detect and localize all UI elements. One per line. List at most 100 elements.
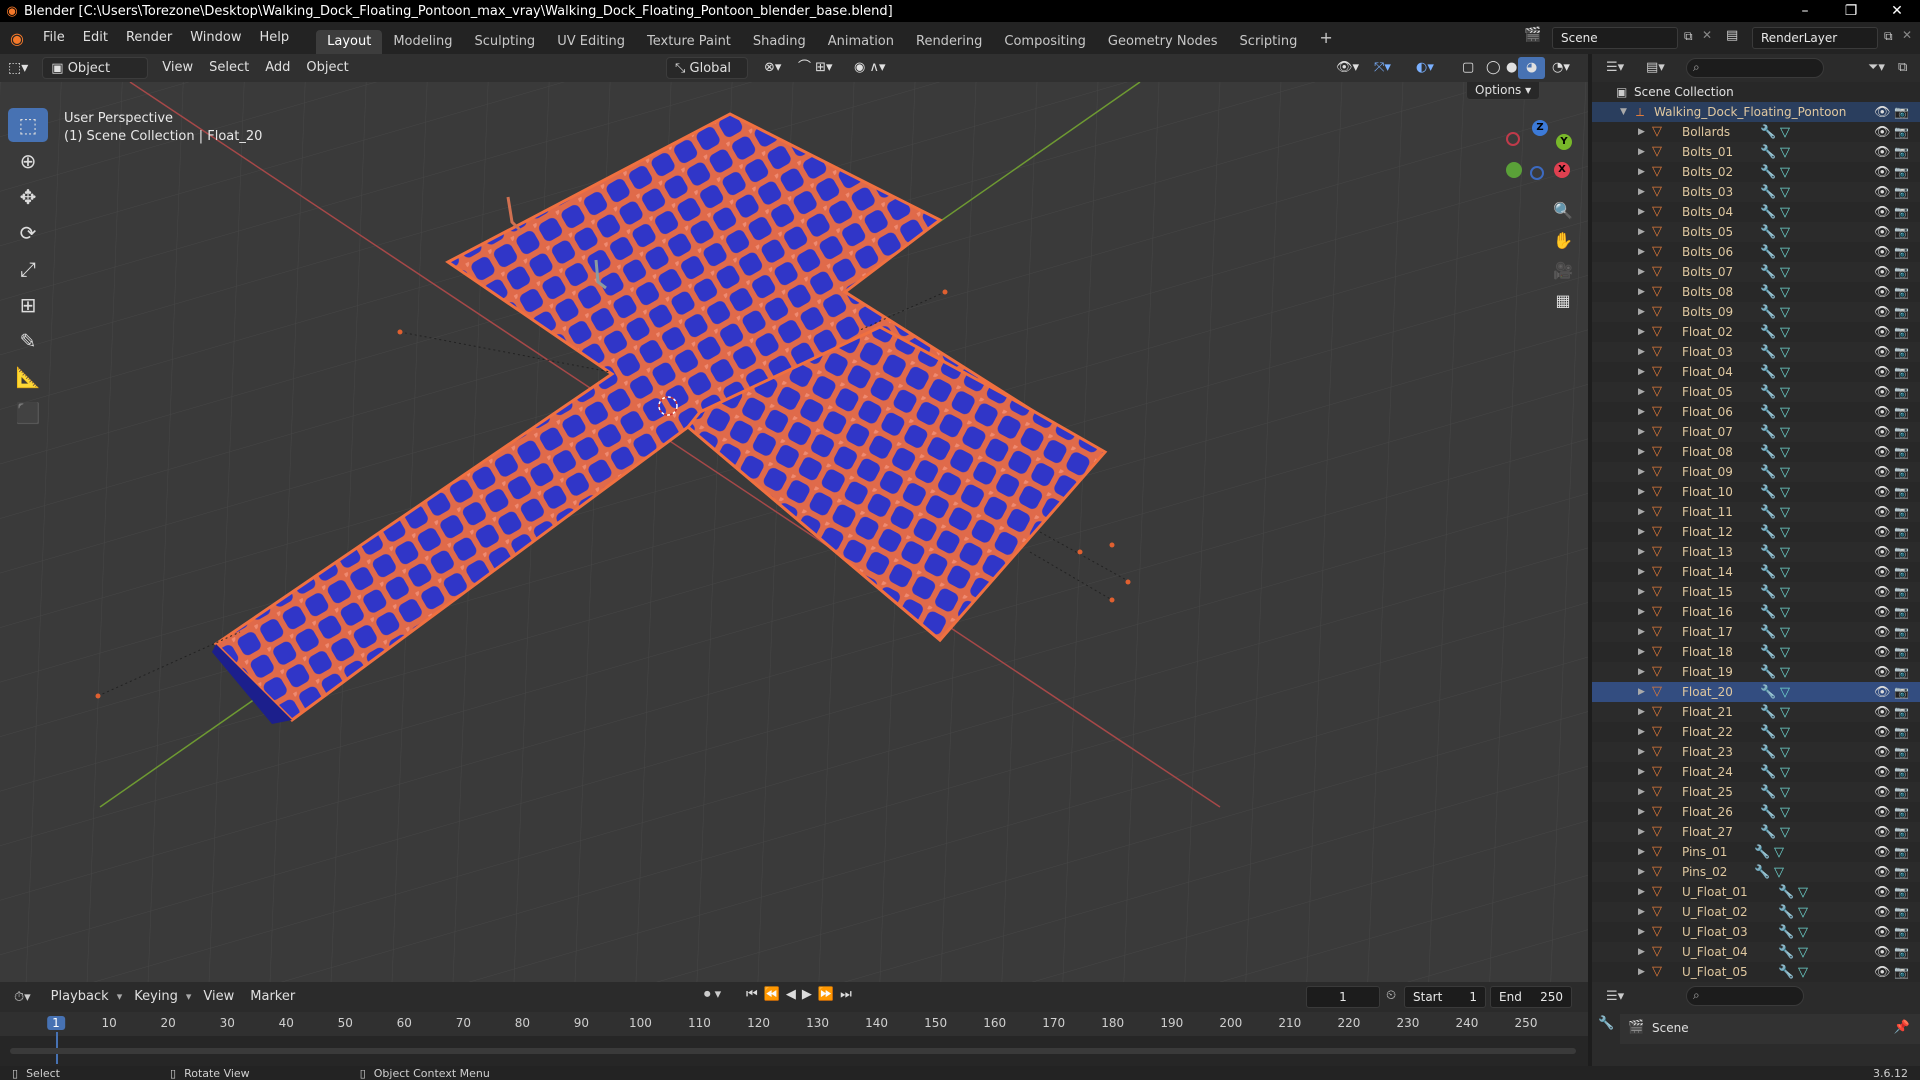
mesh-data-icon[interactable]: ▽: [1780, 805, 1790, 820]
pan-hand-icon[interactable]: ✋: [1549, 226, 1577, 254]
eye-icon[interactable]: 👁: [1874, 945, 1891, 960]
eye-icon[interactable]: 👁: [1874, 405, 1891, 420]
tab-compositing[interactable]: Compositing: [993, 30, 1097, 54]
outliner-item-float_08[interactable]: ▶ ▽ Float_08 🔧 ▽ 👁 📷: [1592, 442, 1920, 462]
render-camera-icon[interactable]: 📷: [1894, 725, 1909, 739]
menu-edit[interactable]: Edit: [74, 22, 117, 54]
collapse-triangle-icon[interactable]: ▼: [1620, 107, 1627, 117]
outliner-item-u_float_01[interactable]: ▶ ▽ U_Float_01 🔧 ▽ 👁 📷: [1592, 882, 1920, 902]
object-origin[interactable]: [1109, 542, 1115, 548]
tab-animation[interactable]: Animation: [817, 30, 905, 54]
expand-triangle-icon[interactable]: ▶: [1638, 527, 1645, 537]
menu-render[interactable]: Render: [117, 22, 181, 54]
scene-field[interactable]: Scene: [1552, 27, 1678, 49]
render-camera-icon[interactable]: 📷: [1894, 405, 1909, 419]
eye-icon[interactable]: 👁: [1874, 105, 1891, 120]
render-camera-icon[interactable]: 📷: [1894, 645, 1909, 659]
mesh-data-icon[interactable]: ▽: [1780, 565, 1790, 580]
render-camera-icon[interactable]: 📷: [1894, 145, 1909, 159]
viewport-menu-view[interactable]: View: [154, 57, 201, 79]
outliner-item-float_25[interactable]: ▶ ▽ Float_25 🔧 ▽ 👁 📷: [1592, 782, 1920, 802]
mesh-data-icon[interactable]: ▽: [1780, 525, 1790, 540]
expand-triangle-icon[interactable]: ▶: [1638, 387, 1645, 397]
modifier-wrench-icon[interactable]: 🔧: [1754, 865, 1770, 880]
eye-icon[interactable]: 👁: [1874, 705, 1891, 720]
render-camera-icon[interactable]: 📷: [1894, 185, 1909, 199]
eye-icon[interactable]: 👁: [1874, 825, 1891, 840]
outliner-item-bolts_03[interactable]: ▶ ▽ Bolts_03 🔧 ▽ 👁 📷: [1592, 182, 1920, 202]
collection-row[interactable]: ▼ ⟂ Walking_Dock_Floating_Pontoon 👁 📷: [1592, 102, 1920, 122]
expand-triangle-icon[interactable]: ▶: [1638, 767, 1645, 777]
modifier-wrench-icon[interactable]: 🔧: [1760, 385, 1776, 400]
modifier-wrench-icon[interactable]: 🔧: [1760, 705, 1776, 720]
expand-triangle-icon[interactable]: ▶: [1638, 867, 1645, 877]
current-frame-field[interactable]: 1: [1306, 986, 1380, 1008]
expand-triangle-icon[interactable]: ▶: [1638, 367, 1645, 377]
timeline-menu-marker[interactable]: Marker: [242, 986, 303, 1008]
outliner-item-bolts_07[interactable]: ▶ ▽ Bolts_07 🔧 ▽ 👁 📷: [1592, 262, 1920, 282]
outliner-item-float_03[interactable]: ▶ ▽ Float_03 🔧 ▽ 👁 📷: [1592, 342, 1920, 362]
render-camera-icon[interactable]: 📷: [1894, 625, 1909, 639]
mesh-data-icon[interactable]: ▽: [1780, 345, 1790, 360]
outliner-item-bolts_06[interactable]: ▶ ▽ Bolts_06 🔧 ▽ 👁 📷: [1592, 242, 1920, 262]
expand-triangle-icon[interactable]: ▶: [1638, 907, 1645, 917]
perspective-toggle-icon[interactable]: ▦: [1549, 286, 1577, 314]
mesh-data-icon[interactable]: ▽: [1798, 905, 1808, 920]
viewport-menu-add[interactable]: Add: [257, 57, 298, 79]
modifier-wrench-icon[interactable]: 🔧: [1778, 965, 1794, 980]
mesh-data-icon[interactable]: ▽: [1798, 925, 1808, 940]
expand-triangle-icon[interactable]: ▶: [1638, 267, 1645, 277]
mesh-data-icon[interactable]: ▽: [1780, 605, 1790, 620]
eye-icon[interactable]: 👁: [1874, 785, 1891, 800]
outliner-item-bolts_01[interactable]: ▶ ▽ Bolts_01 🔧 ▽ 👁 📷: [1592, 142, 1920, 162]
eye-icon[interactable]: 👁: [1874, 885, 1891, 900]
mesh-data-icon[interactable]: ▽: [1780, 585, 1790, 600]
mesh-data-icon[interactable]: ▽: [1780, 465, 1790, 480]
view-layer-icon[interactable]: ▤: [1726, 28, 1738, 43]
eye-icon[interactable]: 👁: [1874, 965, 1891, 980]
modifier-wrench-icon[interactable]: 🔧: [1760, 785, 1776, 800]
render-camera-icon[interactable]: 📷: [1894, 325, 1909, 339]
mesh-data-icon[interactable]: ▽: [1780, 765, 1790, 780]
eye-icon[interactable]: 👁: [1874, 505, 1891, 520]
visibility-icon[interactable]: 👁▾: [1328, 57, 1367, 79]
view-layer-field[interactable]: RenderLayer: [1752, 27, 1878, 49]
proportional-edit-icon[interactable]: ◉ ∧▾: [846, 57, 894, 79]
eye-icon[interactable]: 👁: [1874, 145, 1891, 160]
outliner-item-float_14[interactable]: ▶ ▽ Float_14 🔧 ▽ 👁 📷: [1592, 562, 1920, 582]
modifier-wrench-icon[interactable]: 🔧: [1760, 325, 1776, 340]
outliner-item-bolts_09[interactable]: ▶ ▽ Bolts_09 🔧 ▽ 👁 📷: [1592, 302, 1920, 322]
expand-triangle-icon[interactable]: ▶: [1638, 427, 1645, 437]
render-camera-icon[interactable]: 📷: [1894, 685, 1909, 699]
mesh-data-icon[interactable]: ▽: [1780, 185, 1790, 200]
mesh-data-icon[interactable]: ▽: [1780, 545, 1790, 560]
outliner-item-u_float_05[interactable]: ▶ ▽ U_Float_05 🔧 ▽ 👁 📷: [1592, 962, 1920, 982]
outliner-item-float_10[interactable]: ▶ ▽ Float_10 🔧 ▽ 👁 📷: [1592, 482, 1920, 502]
modifier-wrench-icon[interactable]: 🔧: [1760, 765, 1776, 780]
modifier-wrench-icon[interactable]: 🔧: [1760, 825, 1776, 840]
new-view-layer-icon[interactable]: ⧉: [1884, 29, 1893, 44]
neg-x-axis-icon[interactable]: [1506, 132, 1520, 146]
material-shading-icon[interactable]: ◕: [1518, 57, 1546, 79]
eye-icon[interactable]: 👁: [1874, 565, 1891, 580]
tab-rendering[interactable]: Rendering: [905, 30, 993, 54]
expand-triangle-icon[interactable]: ▶: [1638, 207, 1645, 217]
render-camera-icon[interactable]: 📷: [1894, 505, 1909, 519]
mesh-data-icon[interactable]: ▽: [1780, 505, 1790, 520]
mesh-data-icon[interactable]: ▽: [1780, 445, 1790, 460]
viewport-menu-select[interactable]: Select: [201, 57, 257, 79]
eye-icon[interactable]: 👁: [1874, 905, 1891, 920]
outliner-item-float_07[interactable]: ▶ ▽ Float_07 🔧 ▽ 👁 📷: [1592, 422, 1920, 442]
eye-icon[interactable]: 👁: [1874, 925, 1891, 940]
expand-triangle-icon[interactable]: ▶: [1638, 947, 1645, 957]
expand-triangle-icon[interactable]: ▶: [1638, 607, 1645, 617]
menu-window[interactable]: Window: [181, 22, 250, 54]
render-camera-icon[interactable]: 📷: [1894, 245, 1909, 259]
snap-icon[interactable]: ⌒ ⊞▾: [790, 57, 841, 79]
neg-z-axis-icon[interactable]: [1530, 166, 1544, 180]
timeline-menu-keying[interactable]: Keying: [126, 986, 186, 1008]
expand-triangle-icon[interactable]: ▶: [1638, 787, 1645, 797]
expand-triangle-icon[interactable]: ▶: [1638, 227, 1645, 237]
render-camera-icon[interactable]: 📷: [1894, 925, 1909, 939]
tab-modeling[interactable]: Modeling: [382, 30, 463, 54]
